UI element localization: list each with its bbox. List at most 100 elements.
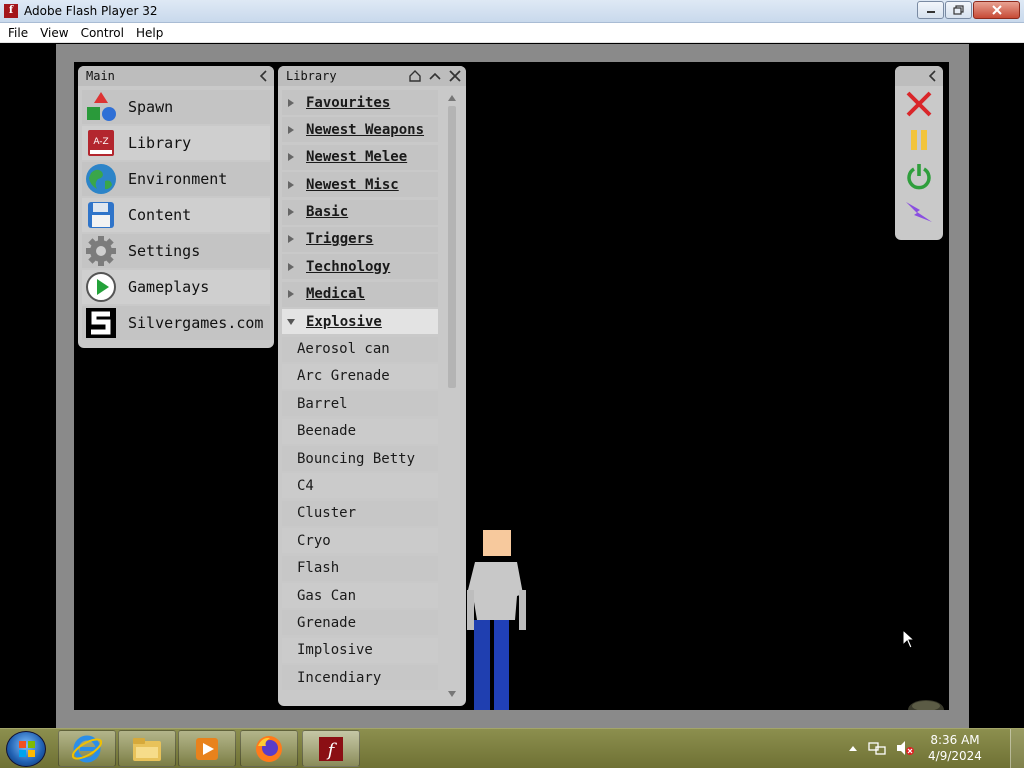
taskbar-file-explorer[interactable] xyxy=(118,730,176,767)
taskbar-flash-player[interactable]: f xyxy=(302,730,360,767)
power-tool-button[interactable] xyxy=(895,194,943,230)
game-stage[interactable]: Main Spawn A-Z Library Environment Conte… xyxy=(74,62,949,710)
main-item-library[interactable]: A-Z Library xyxy=(82,126,270,160)
library-item-c4[interactable]: C4 xyxy=(282,473,438,499)
library-item-implosive[interactable]: Implosive xyxy=(282,637,438,663)
category-label: Explosive xyxy=(306,313,382,330)
network-icon[interactable] xyxy=(868,740,886,756)
main-item-label: Silvergames.com xyxy=(128,314,264,332)
library-list: Favourites Newest Weapons Newest Melee N… xyxy=(282,90,438,693)
library-item-cluster[interactable]: Cluster xyxy=(282,500,438,526)
library-item-arc-grenade[interactable]: Arc Grenade xyxy=(282,363,438,389)
menu-control[interactable]: Control xyxy=(75,26,130,40)
library-item-incendiary[interactable]: Incendiary xyxy=(282,665,438,691)
category-newest-melee[interactable]: Newest Melee xyxy=(282,144,438,170)
category-newest-misc[interactable]: Newest Misc xyxy=(282,172,438,198)
restore-icon xyxy=(952,5,964,15)
library-item-cryo[interactable]: Cryo xyxy=(282,528,438,554)
taskbar-internet-explorer[interactable] xyxy=(58,730,116,767)
library-item-beenade[interactable]: Beenade xyxy=(282,418,438,444)
category-medical[interactable]: Medical xyxy=(282,281,438,307)
library-item-barrel[interactable]: Barrel xyxy=(282,391,438,417)
expand-right-icon xyxy=(282,152,300,162)
reset-button[interactable] xyxy=(895,158,943,194)
maximize-button[interactable] xyxy=(945,1,972,19)
category-explosive[interactable]: Explosive xyxy=(282,309,438,335)
firefox-icon xyxy=(256,735,282,762)
scroll-down-button[interactable] xyxy=(446,688,458,700)
main-item-label: Spawn xyxy=(128,98,174,116)
category-label: Medical xyxy=(306,286,366,303)
dropped-object[interactable] xyxy=(906,696,946,710)
category-label: Newest Misc xyxy=(306,176,399,193)
main-item-environment[interactable]: Environment xyxy=(82,162,270,196)
library-item-bouncing-betty[interactable]: Bouncing Betty xyxy=(282,446,438,472)
scrollbar-thumb[interactable] xyxy=(448,106,456,388)
book-icon: A-Z xyxy=(84,126,118,160)
system-tray: 8:36 AM 4/9/2024 xyxy=(848,732,986,764)
folder-icon xyxy=(133,737,161,761)
library-panel-header: Library xyxy=(278,66,466,86)
close-x-icon xyxy=(906,91,932,117)
expand-right-icon xyxy=(282,234,300,244)
arrow-down-icon xyxy=(448,691,456,697)
main-item-label: Content xyxy=(128,206,192,224)
window-titlebar: f Adobe Flash Player 32 xyxy=(0,0,1024,23)
menu-file[interactable]: File xyxy=(2,26,34,40)
delete-all-button[interactable] xyxy=(895,86,943,122)
close-library-button[interactable] xyxy=(448,69,462,89)
scroll-up-button[interactable] xyxy=(446,92,458,104)
category-basic[interactable]: Basic xyxy=(282,199,438,225)
library-item-grenade[interactable]: Grenade xyxy=(282,610,438,636)
menu-view[interactable]: View xyxy=(34,26,74,40)
minimize-icon xyxy=(926,11,935,13)
collapse-main-button[interactable] xyxy=(258,68,270,90)
close-button[interactable] xyxy=(973,1,1020,19)
volume-muted-icon[interactable] xyxy=(896,740,914,756)
expand-right-icon xyxy=(282,125,300,135)
clock-time: 8:36 AM xyxy=(930,733,980,747)
lightning-icon xyxy=(906,202,932,222)
ragdoll-character[interactable] xyxy=(459,526,549,710)
collapse-tools-button[interactable] xyxy=(927,68,939,89)
collapse-up-button[interactable] xyxy=(428,69,442,89)
menu-help[interactable]: Help xyxy=(130,26,169,40)
play-icon xyxy=(84,270,118,304)
category-label: Newest Melee xyxy=(306,149,408,166)
library-item-gas-can[interactable]: Gas Can xyxy=(282,583,438,609)
pause-button[interactable] xyxy=(895,122,943,158)
clock-date: 4/9/2024 xyxy=(928,749,982,763)
chevron-up-icon xyxy=(429,72,441,80)
silvergames-logo-icon xyxy=(84,306,118,340)
window-controls xyxy=(916,1,1020,19)
category-technology[interactable]: Technology xyxy=(282,254,438,280)
close-icon xyxy=(991,5,1002,15)
library-panel-title: Library xyxy=(286,69,337,83)
tools-panel-header xyxy=(895,66,943,86)
main-item-gameplays[interactable]: Gameplays xyxy=(82,270,270,304)
library-item-flash[interactable]: Flash xyxy=(282,555,438,581)
show-hidden-icons-icon[interactable] xyxy=(848,743,858,753)
main-item-settings[interactable]: Settings xyxy=(82,234,270,268)
main-item-silvergames[interactable]: Silvergames.com xyxy=(82,306,270,340)
category-triggers[interactable]: Triggers xyxy=(282,226,438,252)
library-scrollbar[interactable] xyxy=(446,90,458,702)
main-item-content[interactable]: Content xyxy=(82,198,270,232)
expand-right-icon xyxy=(282,289,300,299)
category-newest-weapons[interactable]: Newest Weapons xyxy=(282,117,438,143)
category-favourites[interactable]: Favourites xyxy=(282,90,438,115)
library-item-aerosol-can[interactable]: Aerosol can xyxy=(282,336,438,362)
taskbar-media-player[interactable] xyxy=(178,730,236,767)
minimize-button[interactable] xyxy=(917,1,944,19)
home-button[interactable] xyxy=(408,69,422,89)
main-item-spawn[interactable]: Spawn xyxy=(82,90,270,124)
pause-icon xyxy=(911,130,927,150)
svg-text:A-Z: A-Z xyxy=(93,137,108,147)
main-menu-list: Spawn A-Z Library Environment Content Se… xyxy=(78,86,274,340)
start-button[interactable] xyxy=(6,731,46,767)
main-item-label: Gameplays xyxy=(128,278,210,296)
system-clock[interactable]: 8:36 AM 4/9/2024 xyxy=(924,732,986,764)
show-desktop-button[interactable] xyxy=(1010,729,1024,768)
taskbar-firefox[interactable] xyxy=(240,730,298,767)
internet-explorer-icon xyxy=(72,735,102,762)
